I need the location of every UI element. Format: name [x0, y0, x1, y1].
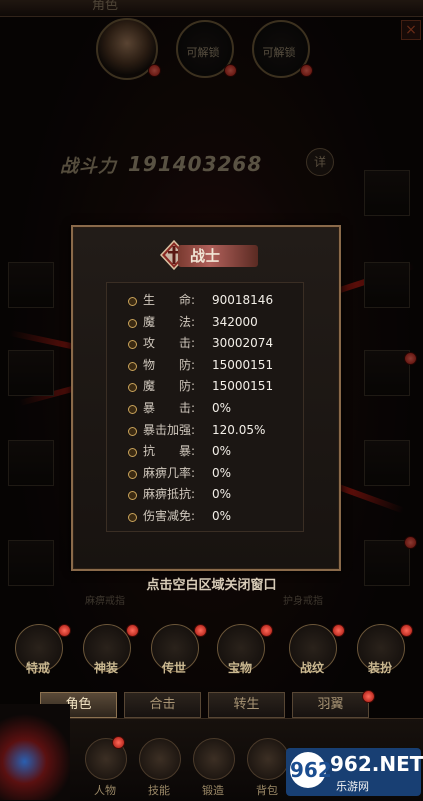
stat-label: 攻 击: [143, 336, 196, 351]
stat-value: 15000151 [212, 379, 274, 394]
bullet-icon [128, 426, 137, 436]
stat-row: 魔 防: 15000151 [128, 375, 308, 397]
bullet-icon [128, 361, 137, 371]
stat-label: 麻痹抵抗: [143, 487, 196, 502]
notification-dot [260, 624, 273, 637]
notification-dot [194, 624, 207, 637]
stat-label: 物 防: [143, 357, 196, 372]
stat-row: 魔 法: 342000 [128, 311, 308, 333]
watermark-brand: 962.NET [330, 752, 423, 776]
stat-row: 攻 击: 30002074 [128, 332, 308, 354]
stat-value: 30002074 [212, 336, 274, 351]
feature-label: 战纹 [299, 661, 324, 675]
notification-dot [400, 624, 413, 637]
dragon-orb-icon[interactable] [0, 704, 70, 800]
stat-row: 生 命: 90018146 [128, 289, 308, 311]
stat-row: 麻痹几率: 0% [128, 462, 308, 484]
notification-dot [362, 690, 375, 703]
stat-label: 魔 法: [143, 314, 196, 329]
feature-label: 装扮 [367, 661, 392, 675]
stat-label: 暴击加强: [143, 422, 196, 437]
bullet-icon [128, 469, 137, 479]
bottom-nav-3-icon[interactable] [193, 738, 235, 780]
tab-3[interactable]: 转生 [208, 692, 285, 718]
bottom-nav-label: 背包 [256, 784, 278, 797]
tab-2[interactable]: 合击 [124, 692, 201, 718]
bottom-nav-4-icon[interactable] [247, 738, 289, 780]
stat-label: 麻痹几率: [143, 465, 196, 480]
stat-label: 抗 暴: [143, 444, 196, 459]
stat-value: 0% [212, 401, 232, 415]
stat-value: 90018146 [212, 293, 274, 307]
stat-value: 342000 [212, 314, 258, 329]
feature-label: 神装 [93, 661, 118, 675]
watermark-subtitle: 乐游网 [336, 780, 369, 793]
feature-label: 传世 [161, 661, 186, 675]
bullet-icon [128, 297, 137, 306]
notification-dot [332, 624, 345, 637]
notification-dot [112, 736, 125, 749]
notification-dot [58, 624, 71, 637]
feature-label: 宝物 [227, 661, 252, 675]
stat-row: 暴击加强: 120.05% [128, 419, 308, 441]
class-name: 战士 [190, 247, 221, 265]
bullet-icon [128, 513, 137, 522]
stat-label: 伤害减免: [143, 509, 196, 523]
stat-value: 120.05% [212, 422, 266, 437]
bullet-icon [128, 340, 137, 350]
tab-4[interactable]: 羽翼 [292, 692, 369, 718]
bottom-nav-label: 技能 [148, 784, 170, 797]
close-hint: 点击空白区域关闭窗口 [146, 578, 277, 593]
stat-value: 0% [212, 487, 232, 502]
stat-row: 暴 击: 0% [128, 397, 308, 419]
stat-value: 15000151 [212, 357, 274, 372]
stat-value: 0% [212, 465, 232, 480]
stat-label: 生 命: [143, 293, 196, 307]
bullet-icon [128, 491, 137, 501]
stat-label: 魔 防: [143, 379, 196, 394]
bottom-nav-label: 锻造 [202, 784, 224, 797]
bottom-nav-label: 人物 [94, 784, 116, 797]
stat-row: 物 防: 15000151 [128, 354, 308, 376]
bullet-icon [128, 405, 137, 414]
stat-row: 麻痹抵抗: 0% [128, 483, 308, 505]
feature-label: 特戒 [25, 661, 50, 675]
stat-label: 暴 击: [143, 401, 196, 415]
watermark-logo: 962 [290, 752, 332, 788]
bullet-icon [128, 318, 137, 328]
notification-dot [126, 624, 139, 637]
stat-row: 抗 暴: 0% [128, 440, 308, 462]
stat-value: 0% [212, 509, 232, 523]
bullet-icon [128, 448, 137, 458]
bullet-icon [128, 383, 137, 393]
bottom-nav-2-icon[interactable] [139, 738, 181, 780]
stat-value: 0% [212, 444, 232, 459]
stat-row: 伤害减免: 0% [128, 505, 308, 527]
